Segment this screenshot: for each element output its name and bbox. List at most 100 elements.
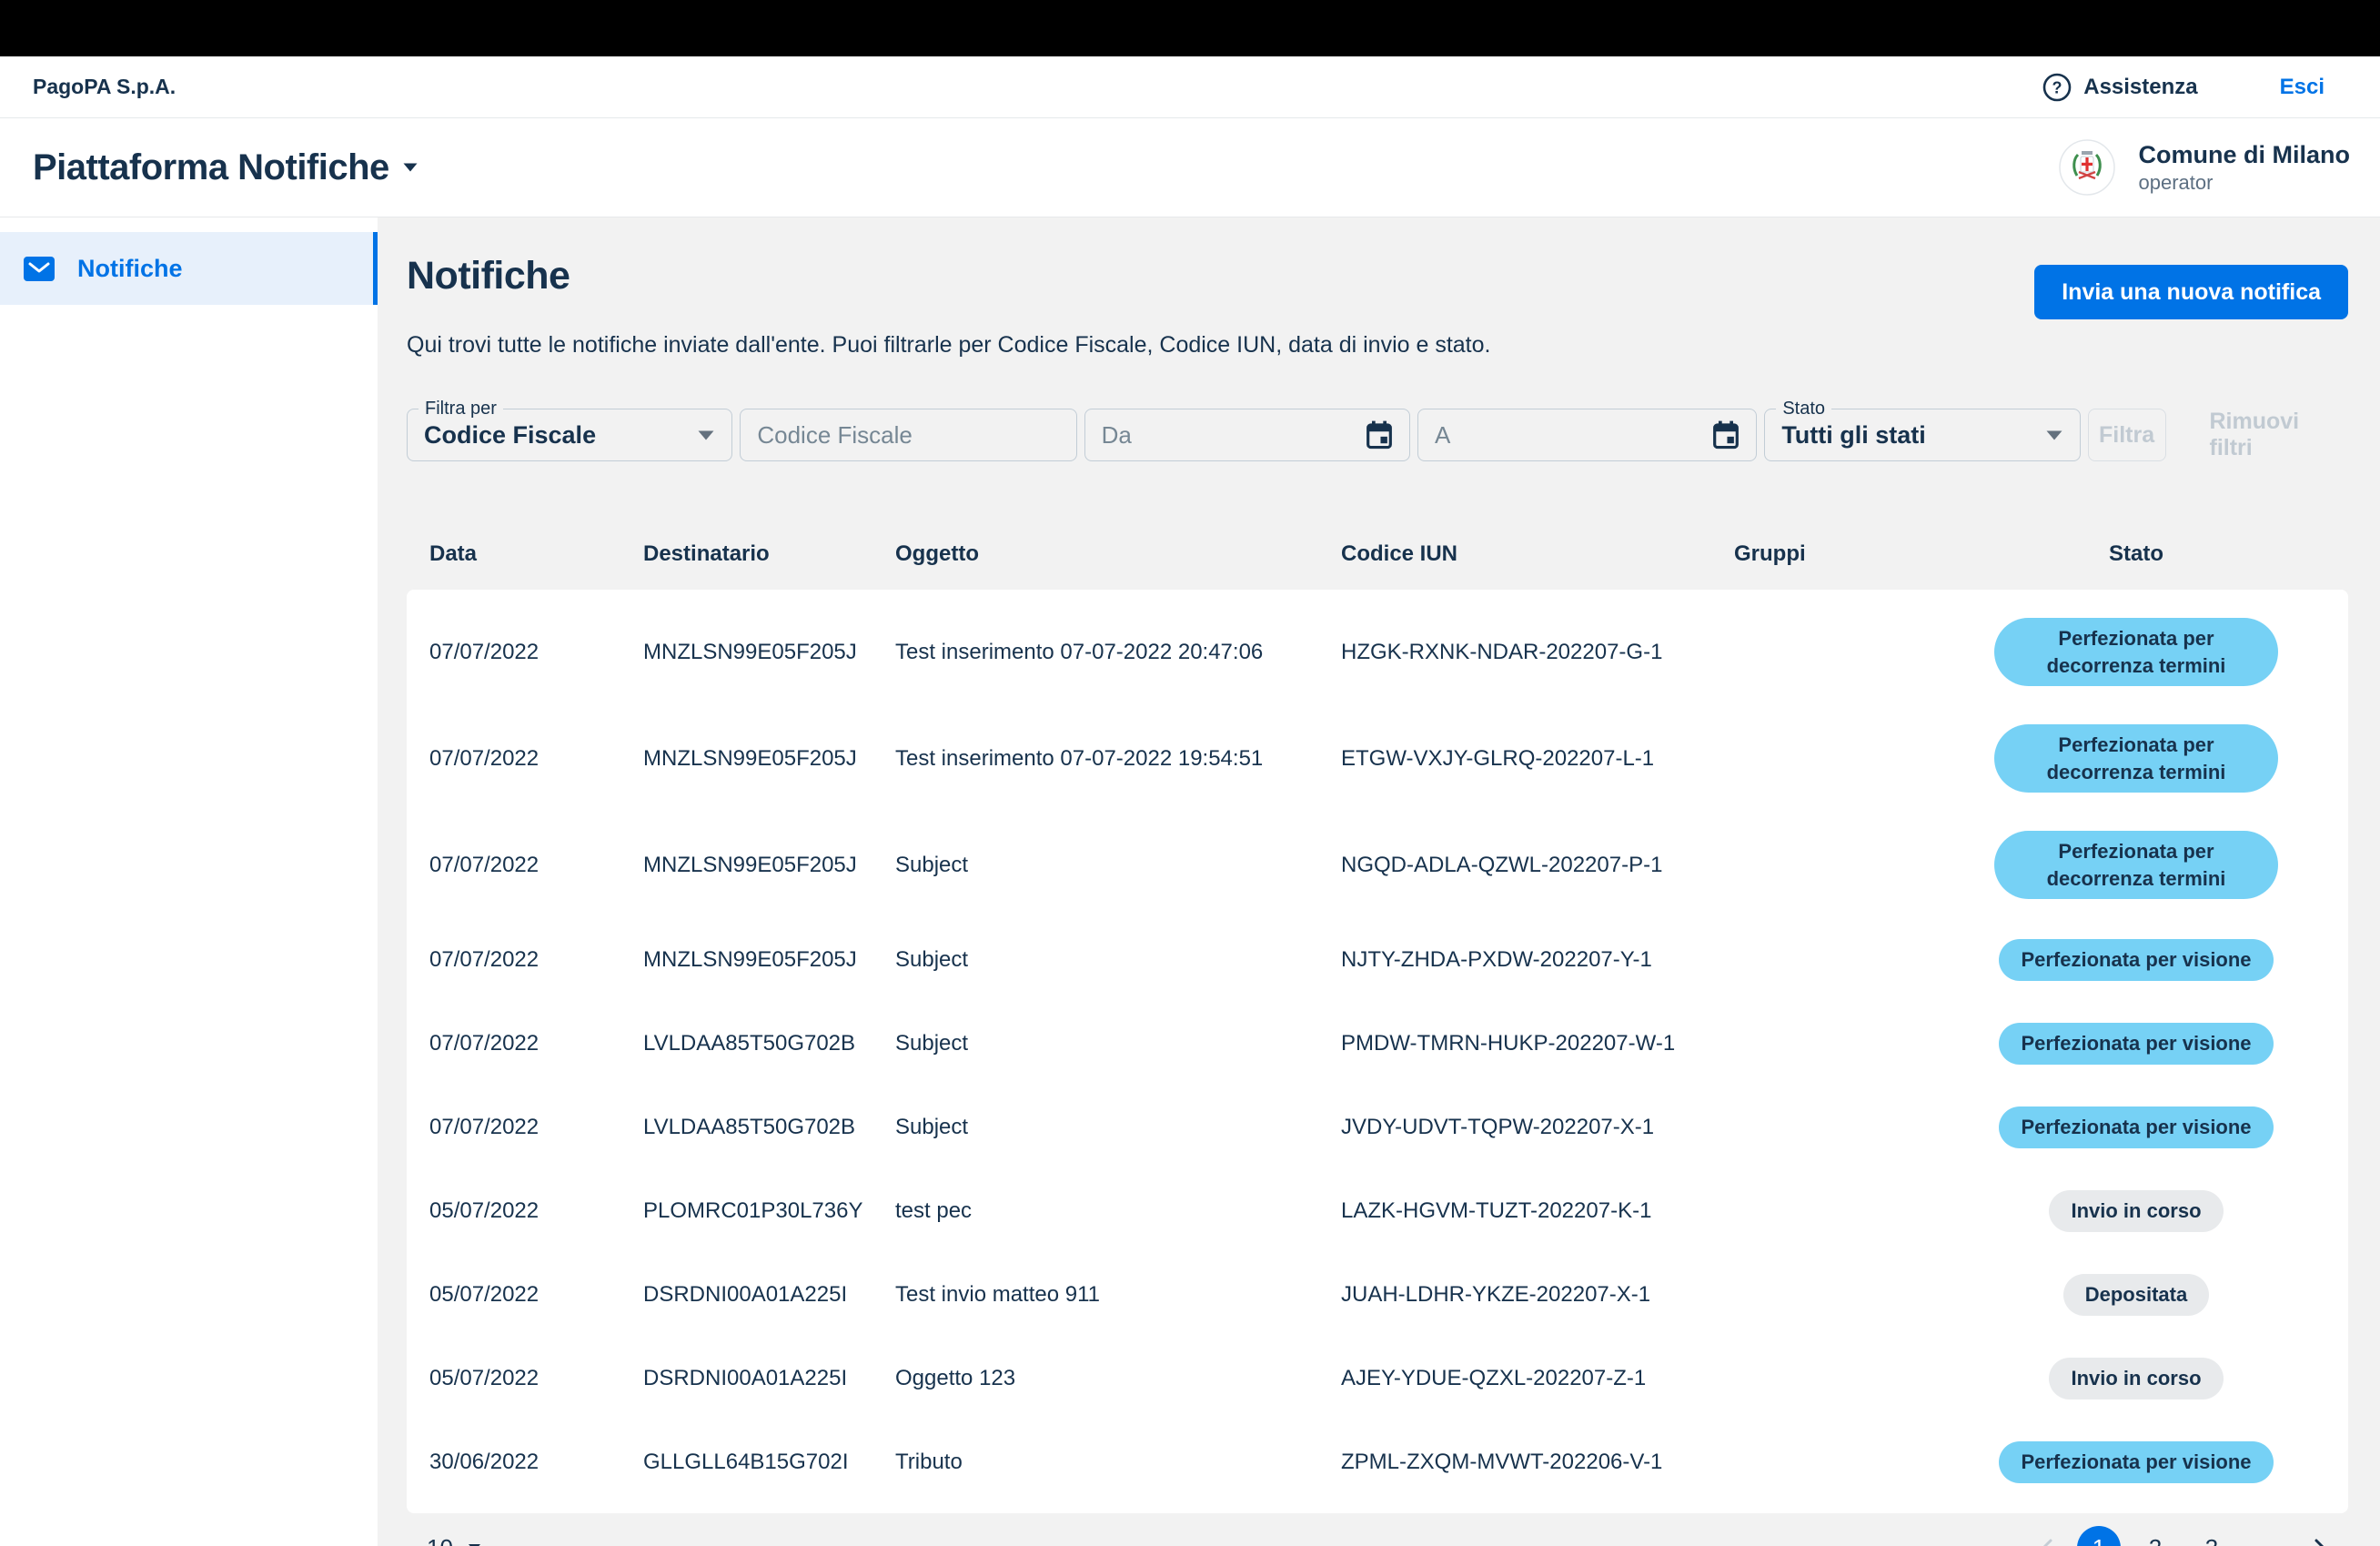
status-badge: Perfezionata per decorrenza termini: [1994, 831, 2278, 899]
page-button-2[interactable]: 2: [2133, 1526, 2177, 1546]
table-row[interactable]: 07/07/2022 MNZLSN99E05F205J Test inserim…: [429, 599, 2325, 705]
browser-chrome-bar: [0, 0, 2380, 56]
new-notification-button[interactable]: Invia una nuova notifica: [2034, 265, 2348, 319]
product-switcher[interactable]: Piattaforma Notifiche: [33, 147, 419, 188]
status-badge: Perfezionata per visione: [1999, 939, 2273, 981]
column-header-gruppi: Gruppi: [1734, 541, 1947, 567]
table-row[interactable]: 07/07/2022 MNZLSN99E05F205J Test inserim…: [429, 705, 2325, 812]
previous-page-button[interactable]: [2032, 1535, 2064, 1546]
cell-iun: ETGW-VXJY-GLRQ-202207-L-1: [1341, 746, 1734, 772]
product-title: Piattaforma Notifiche: [33, 147, 389, 188]
column-header-stato: Stato: [1947, 541, 2325, 567]
sidebar-item-label: Notifiche: [77, 255, 183, 283]
sidebar: Notifiche: [0, 217, 378, 1546]
chevron-left-icon: [2035, 1535, 2061, 1546]
avatar: [2059, 139, 2115, 196]
next-page-button[interactable]: [2303, 1535, 2335, 1546]
codice-fiscale-input[interactable]: [757, 421, 1059, 450]
table-row[interactable]: 07/07/2022 LVLDAA85T50G702B Subject PMDW…: [429, 1002, 2325, 1086]
cell-date: 30/06/2022: [429, 1450, 643, 1475]
status-badge: Invio in corso: [2049, 1190, 2223, 1232]
date-to-input[interactable]: [1435, 421, 1712, 450]
table-row[interactable]: 07/07/2022 LVLDAA85T50G702B Subject JVDY…: [429, 1086, 2325, 1169]
cell-recipient: PLOMRC01P30L736Y: [643, 1198, 895, 1224]
status-value: Tutti gli stati: [1781, 421, 2044, 450]
table-row[interactable]: 05/07/2022 DSRDNI00A01A225I Test invio m…: [429, 1253, 2325, 1337]
page-size-select[interactable]: 10: [427, 1534, 481, 1546]
status-badge: Perfezionata per decorrenza termini: [1994, 618, 2278, 686]
cell-status: Perfezionata per visione: [1947, 1106, 2325, 1148]
pagopa-logo[interactable]: PagoPA S.p.A.: [33, 75, 176, 99]
filter-by-select[interactable]: Filtra per Codice Fiscale: [407, 409, 732, 461]
cell-date: 05/07/2022: [429, 1366, 643, 1391]
chevron-down-icon: [402, 162, 419, 173]
main-content: Notifiche Invia una nuova notifica Qui t…: [378, 217, 2380, 1546]
cell-status: Perfezionata per visione: [1947, 1023, 2325, 1065]
table-row[interactable]: 05/07/2022 DSRDNI00A01A225I Oggetto 123 …: [429, 1337, 2325, 1420]
cell-status: Invio in corso: [1947, 1358, 2325, 1399]
assistance-link[interactable]: ? Assistenza: [2042, 72, 2197, 103]
cell-date: 05/07/2022: [429, 1282, 643, 1308]
product-header: Piattaforma Notifiche Comune di Milano o…: [0, 118, 2380, 217]
cell-recipient: DSRDNI00A01A225I: [643, 1366, 895, 1391]
cell-subject: Test inserimento 07-07-2022 19:54:51: [895, 746, 1341, 772]
cell-iun: ZPML-ZXQM-MVWT-202206-V-1: [1341, 1450, 1734, 1475]
cell-recipient: LVLDAA85T50G702B: [643, 1115, 895, 1140]
filter-by-value: Codice Fiscale: [424, 421, 697, 450]
cell-date: 07/07/2022: [429, 853, 643, 878]
table-header: Data Destinatario Oggetto Codice IUN Gru…: [407, 541, 2348, 567]
date-from-input[interactable]: [1102, 421, 1366, 450]
status-badge: Perfezionata per visione: [1999, 1023, 2273, 1065]
page-button-3[interactable]: 3: [2190, 1526, 2234, 1546]
apply-filters-button[interactable]: Filtra: [2088, 409, 2166, 461]
triangle-down-icon: [697, 429, 715, 441]
sidebar-item-notifiche[interactable]: Notifiche: [0, 232, 378, 305]
cell-recipient: MNZLSN99E05F205J: [643, 947, 895, 973]
status-badge: Perfezionata per decorrenza termini: [1994, 724, 2278, 793]
cell-iun: AJEY-YDUE-QZXL-202207-Z-1: [1341, 1366, 1734, 1391]
cell-recipient: GLLGLL64B15G702I: [643, 1450, 895, 1475]
page-title: Notifiche: [407, 254, 570, 298]
column-header-data: Data: [429, 541, 643, 567]
date-from-calendar-button[interactable]: [1366, 420, 1393, 450]
cell-status: Perfezionata per decorrenza termini: [1947, 831, 2325, 899]
status-badge: Perfezionata per visione: [1999, 1106, 2273, 1148]
clear-filters-button[interactable]: Rimuovi filtri: [2210, 409, 2348, 461]
cell-recipient: MNZLSN99E05F205J: [643, 853, 895, 878]
page-size-value: 10: [427, 1534, 453, 1546]
assistance-label: Assistenza: [2083, 75, 2197, 100]
table-body: 07/07/2022 MNZLSN99E05F205J Test inserim…: [429, 599, 2325, 1504]
cell-subject: Test invio matteo 911: [895, 1282, 1341, 1308]
filter-bar: Filtra per Codice Fiscale: [407, 409, 2348, 461]
date-to-calendar-button[interactable]: [1712, 420, 1740, 450]
status-select[interactable]: Stato Tutti gli stati: [1764, 409, 2080, 461]
cell-date: 07/07/2022: [429, 1031, 643, 1056]
cell-recipient: DSRDNI00A01A225I: [643, 1282, 895, 1308]
page-button-1[interactable]: 1: [2077, 1526, 2121, 1546]
chevron-right-icon: [2306, 1535, 2332, 1546]
cell-iun: PMDW-TMRN-HUKP-202207-W-1: [1341, 1031, 1734, 1056]
help-icon: ?: [2042, 72, 2072, 103]
date-to-field: [1417, 409, 1757, 461]
cell-iun: NGQD-ADLA-QZWL-202207-P-1: [1341, 853, 1734, 878]
cell-subject: Tributo: [895, 1450, 1341, 1475]
table-row[interactable]: 05/07/2022 PLOMRC01P30L736Y test pec LAZ…: [429, 1169, 2325, 1253]
mail-icon: [24, 257, 55, 281]
calendar-icon: [1366, 420, 1393, 450]
cell-subject: Subject: [895, 1031, 1341, 1056]
table-row[interactable]: 07/07/2022 MNZLSN99E05F205J Subject NGQD…: [429, 812, 2325, 918]
calendar-icon: [1712, 420, 1740, 450]
cell-status: Perfezionata per decorrenza termini: [1947, 724, 2325, 793]
cell-status: Invio in corso: [1947, 1190, 2325, 1232]
filter-by-label: Filtra per: [419, 399, 503, 419]
page-ellipsis: ...: [2246, 1526, 2290, 1546]
logout-link[interactable]: Esci: [2280, 75, 2325, 100]
cell-iun: JUAH-LDHR-YKZE-202207-X-1: [1341, 1282, 1734, 1308]
table-row[interactable]: 07/07/2022 MNZLSN99E05F205J Subject NJTY…: [429, 918, 2325, 1002]
cell-status: Perfezionata per visione: [1947, 1441, 2325, 1483]
table-row[interactable]: 30/06/2022 GLLGLL64B15G702I Tributo ZPML…: [429, 1420, 2325, 1504]
cell-subject: Oggetto 123: [895, 1366, 1341, 1391]
cell-date: 07/07/2022: [429, 746, 643, 772]
status-badge: Perfezionata per visione: [1999, 1441, 2273, 1483]
cell-iun: HZGK-RXNK-NDAR-202207-G-1: [1341, 640, 1734, 665]
